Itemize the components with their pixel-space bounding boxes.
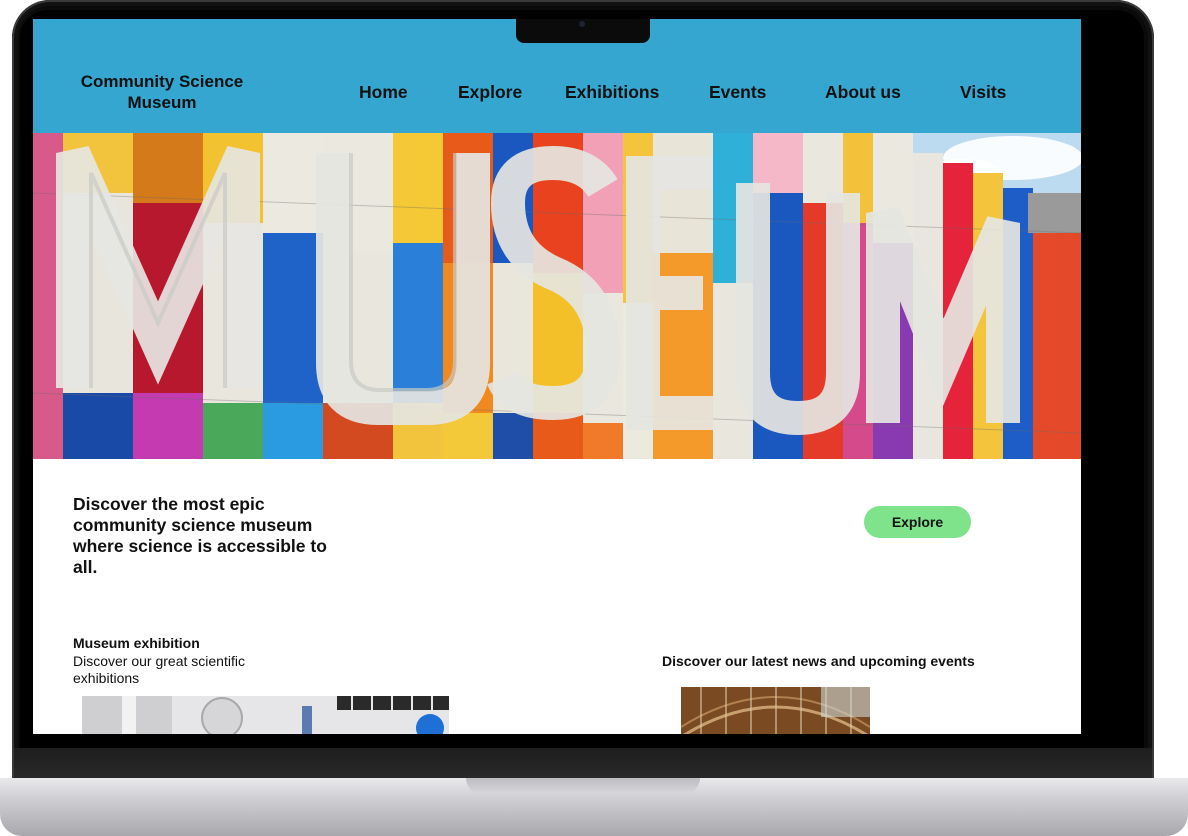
laptop-chin [14, 748, 1152, 780]
exhibition-hall-image [82, 696, 449, 734]
laptop-base-groove [466, 778, 700, 794]
screen: Community Science Museum Home Explore Ex… [33, 19, 1081, 734]
site-logo[interactable]: Community Science Museum [67, 71, 257, 113]
nav-visits[interactable]: Visits [960, 82, 1006, 103]
museum-facade-photo [33, 133, 1081, 459]
nav-home[interactable]: Home [359, 82, 408, 103]
camera-icon [579, 21, 585, 27]
intro-tagline: Discover the most epic community science… [73, 494, 327, 577]
nav-exhibitions[interactable]: Exhibitions [565, 82, 659, 103]
news-title: Discover our latest news and upcoming ev… [662, 653, 975, 669]
hero-image [33, 133, 1081, 459]
exhibition-title: Museum exhibition [73, 635, 200, 651]
news-photo[interactable] [681, 687, 870, 734]
nav-events[interactable]: Events [709, 82, 766, 103]
nav-about-us[interactable]: About us [825, 82, 901, 103]
museum-hall-roof-image [681, 687, 870, 734]
explore-button[interactable]: Explore [864, 506, 971, 538]
nav-explore[interactable]: Explore [458, 82, 522, 103]
camera-notch [516, 19, 650, 43]
exhibition-photo[interactable] [82, 696, 449, 734]
exhibition-subtitle: Discover our great scientific exhibition… [73, 653, 245, 686]
